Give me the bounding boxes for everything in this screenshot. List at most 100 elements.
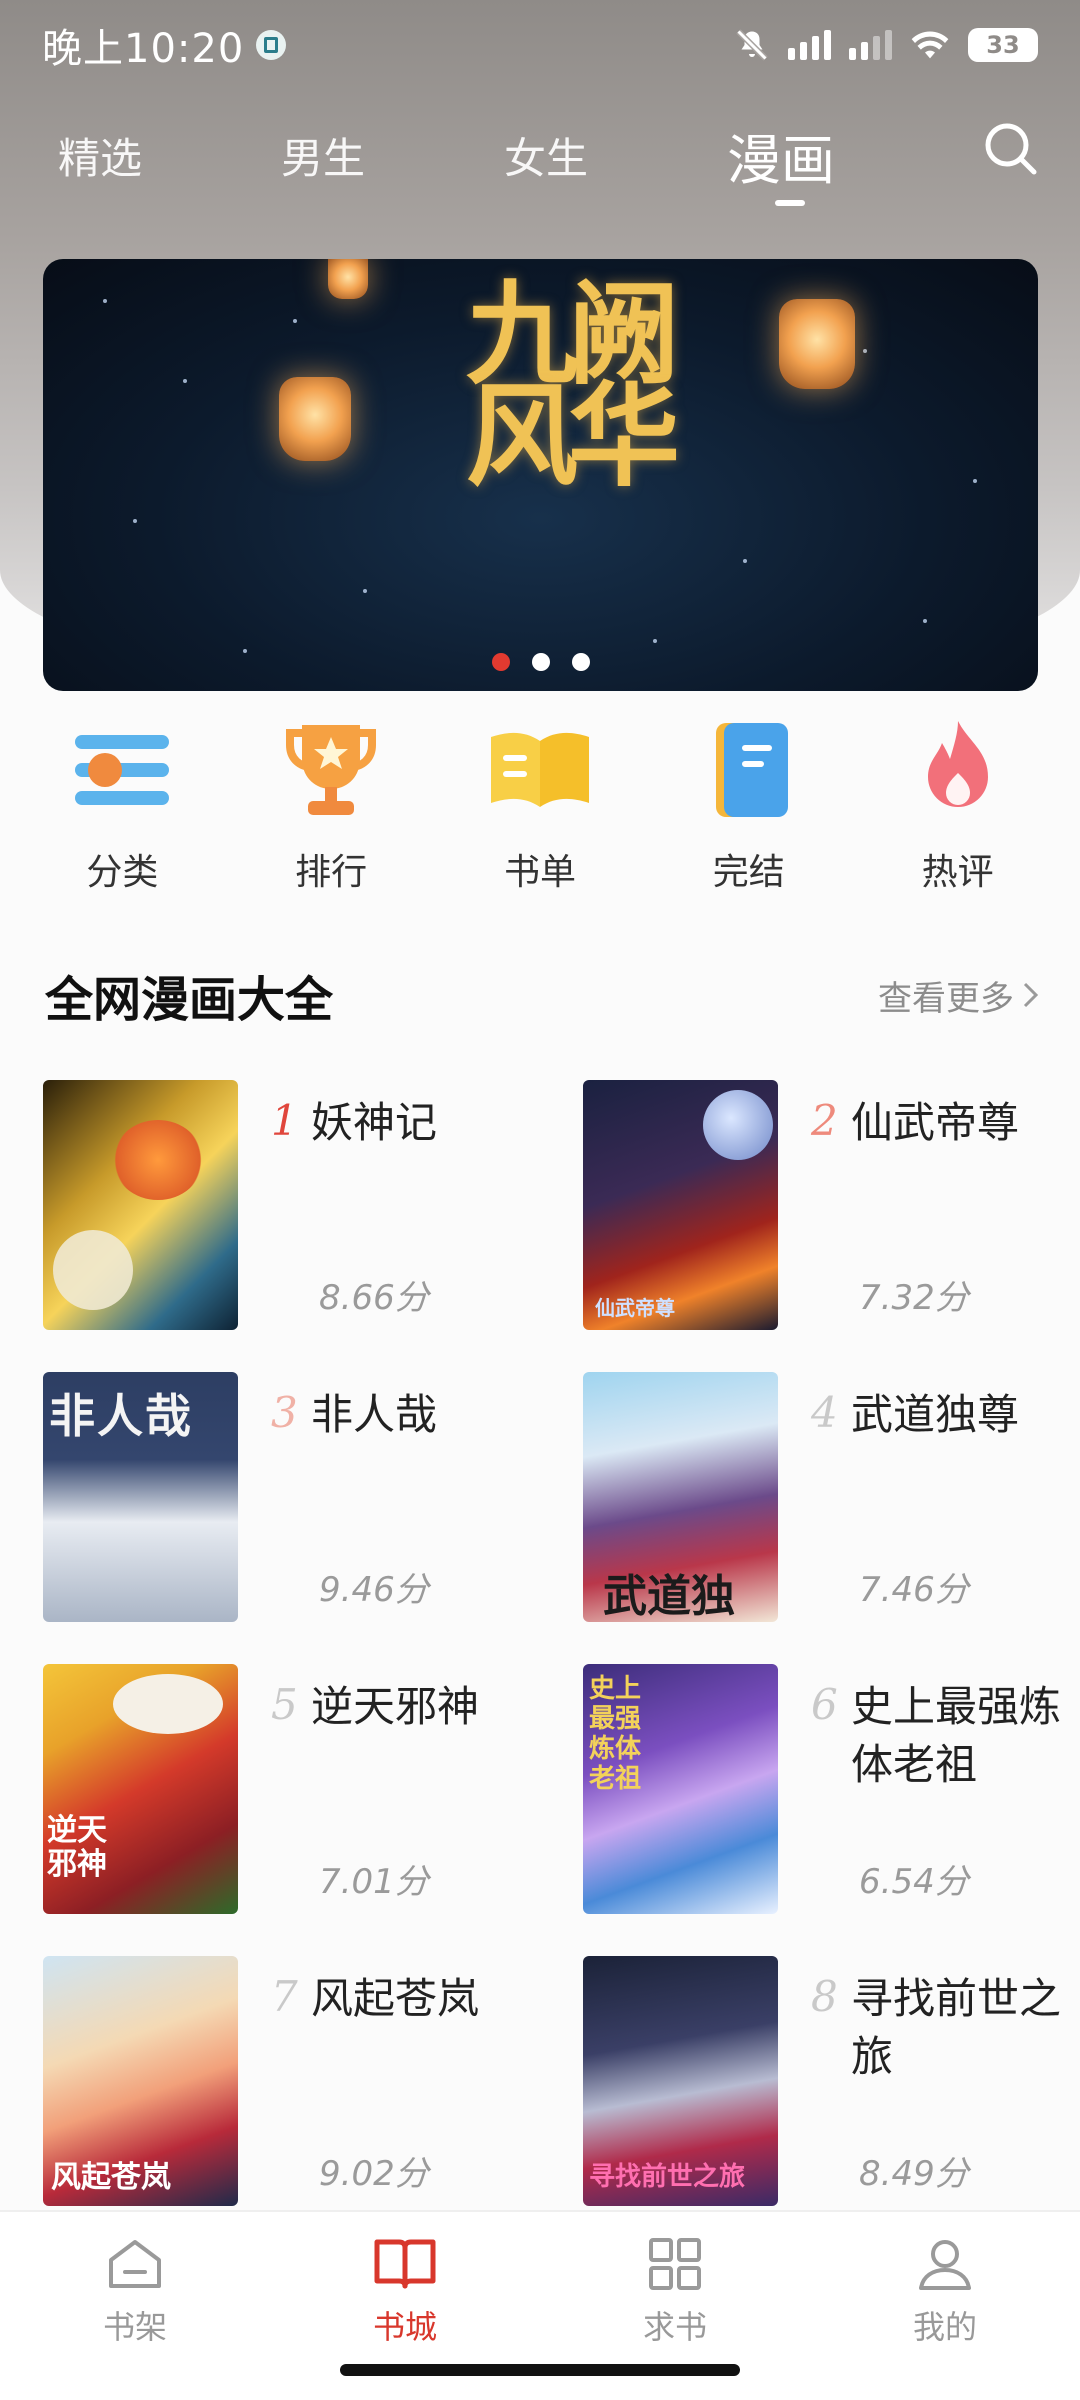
nav-label: 求书: [642, 2308, 707, 2346]
comic-card[interactable]: 仙武帝尊 2 仙武帝尊 7.32分: [583, 1080, 1063, 1330]
comic-score: 9.02分: [319, 2154, 429, 2194]
lantern-image: [328, 259, 368, 299]
pagination-dot: [571, 653, 590, 671]
rank-number: 8: [811, 1972, 838, 2021]
cover-title: 风起苍岚: [51, 2160, 171, 2195]
shortcut-label: 排行: [295, 852, 368, 893]
tab-comics[interactable]: 漫画: [727, 100, 950, 210]
shortcut-booklist[interactable]: 书单: [450, 715, 630, 895]
comic-score: 9.46分: [319, 1570, 429, 1610]
comic-cover: 风起苍岚: [43, 1956, 238, 2206]
shortcut-hot-reviews[interactable]: 热评: [868, 715, 1048, 895]
category-icon: [75, 735, 170, 805]
nav-bookshelf[interactable]: 书架: [0, 2212, 270, 2400]
book-list-icon: [490, 732, 589, 807]
shortcut-category[interactable]: 分类: [32, 715, 212, 895]
comic-card[interactable]: 寻找前世之旅 8 寻找前世之旅 8.49分: [583, 1956, 1063, 2206]
tab-male[interactable]: 男生: [281, 100, 504, 210]
finished-book-icon: [715, 723, 788, 817]
comic-title: 寻找前世之旅: [851, 1974, 1062, 2081]
signal-icon: [788, 30, 831, 60]
banner-title: 九阙风华: [466, 269, 680, 502]
cover-title: 逆天邪神: [47, 1813, 107, 1882]
status-indicators: 33: [734, 27, 1038, 63]
nav-label: 书架: [102, 2308, 167, 2346]
status-time: 晚上10:20: [42, 26, 245, 72]
status-bar: 晚上10:20 33: [0, 0, 1080, 90]
pagination-dot-active: [491, 653, 510, 671]
shortcut-label: 分类: [86, 852, 159, 893]
comic-cover: 非人哉: [43, 1372, 238, 1622]
view-more-label: 查看更多: [878, 978, 1014, 1019]
featured-banner[interactable]: 九阙风华: [43, 259, 1038, 691]
wifi-icon: [911, 31, 949, 59]
home-indicator[interactable]: [340, 2364, 740, 2376]
bookshelf-icon: [109, 2240, 161, 2288]
category-shortcuts: 分类 排行 书单 完结 热评: [0, 715, 1080, 895]
comic-cover: 仙武帝尊: [583, 1080, 778, 1330]
comic-card[interactable]: 1 妖神记 8.66分: [43, 1080, 523, 1330]
comic-cover: 史上最强炼体老祖: [583, 1664, 778, 1914]
rank-number: 2: [811, 1096, 838, 1145]
cover-title: 仙武帝尊: [595, 1296, 675, 1320]
search-icon[interactable]: [980, 118, 1040, 178]
comic-title: 妖神记: [311, 1098, 438, 1147]
cover-title: 史上最强炼体老祖: [589, 1674, 642, 1794]
comic-card[interactable]: 非人哉 3 非人哉 9.46分: [43, 1372, 523, 1622]
lantern-image: [779, 299, 855, 389]
battery-icon: 33: [968, 28, 1038, 62]
rank-number: 3: [271, 1388, 298, 1437]
comic-title: 史上最强炼体老祖: [851, 1682, 1062, 1789]
rank-number: 1: [271, 1096, 298, 1145]
rank-number: 4: [811, 1388, 838, 1437]
comic-score: 7.32分: [859, 1278, 969, 1318]
cover-title: 武道独尊: [603, 1571, 735, 1622]
comic-cover: [43, 1080, 238, 1330]
top-tabs: 精选 男生 女生 漫画: [0, 100, 1080, 210]
tab-featured[interactable]: 精选: [58, 100, 281, 210]
comic-cover: 寻找前世之旅: [583, 1956, 778, 2206]
nav-profile[interactable]: 我的: [810, 2212, 1080, 2400]
shortcut-label: 完结: [712, 852, 785, 893]
book-store-icon: [374, 2239, 436, 2289]
comic-cover: 武道独尊: [583, 1372, 778, 1622]
pagination-dot: [531, 653, 550, 671]
signal-secondary-icon: [849, 30, 892, 60]
lantern-image: [279, 377, 351, 461]
banner-pagination: [43, 653, 1038, 671]
comic-card[interactable]: 武道独尊 4 武道独尊 7.46分: [583, 1372, 1063, 1622]
chevron-right-icon: [1023, 982, 1039, 1008]
nav-label: 我的: [912, 2308, 977, 2346]
request-book-icon: [649, 2238, 701, 2290]
rank-number: 7: [271, 1972, 298, 2021]
cover-title: 寻找前世之旅: [589, 2162, 746, 2192]
comic-score: 8.66分: [319, 1278, 429, 1318]
section-header: 全网漫画大全 查看更多: [45, 960, 1040, 1030]
view-more-link[interactable]: 查看更多: [878, 971, 1040, 1020]
flame-icon: [927, 721, 988, 807]
comic-card[interactable]: 史上最强炼体老祖 6 史上最强炼体老祖 6.54分: [583, 1664, 1063, 1914]
shortcut-ranking[interactable]: 排行: [241, 715, 421, 895]
comic-score: 7.46分: [859, 1570, 969, 1610]
section-title: 全网漫画大全: [45, 972, 334, 1028]
comic-score: 6.54分: [859, 1862, 969, 1902]
comic-score: 8.49分: [859, 2154, 969, 2194]
comic-card[interactable]: 风起苍岚 7 风起苍岚 9.02分: [43, 1956, 523, 2206]
comic-score: 7.01分: [319, 1862, 429, 1902]
shortcut-label: 书单: [503, 852, 576, 893]
app-notification-icon: [256, 30, 287, 60]
comic-title: 仙武帝尊: [851, 1098, 1020, 1147]
rank-number: 6: [811, 1680, 838, 1729]
comic-cover: 逆天邪神: [43, 1664, 238, 1914]
comic-title: 非人哉: [311, 1390, 438, 1439]
cover-title: 非人哉: [49, 1389, 193, 1443]
comic-title: 逆天邪神: [311, 1682, 480, 1731]
comic-card[interactable]: 逆天邪神 5 逆天邪神 7.01分: [43, 1664, 523, 1914]
comic-title: 风起苍岚: [311, 1974, 480, 2023]
shortcut-finished[interactable]: 完结: [659, 715, 839, 895]
tab-female[interactable]: 女生: [504, 100, 727, 210]
rank-number: 5: [271, 1680, 298, 1729]
profile-icon: [919, 2240, 971, 2290]
nav-label: 书城: [372, 2308, 437, 2346]
shortcut-label: 热评: [921, 852, 994, 893]
